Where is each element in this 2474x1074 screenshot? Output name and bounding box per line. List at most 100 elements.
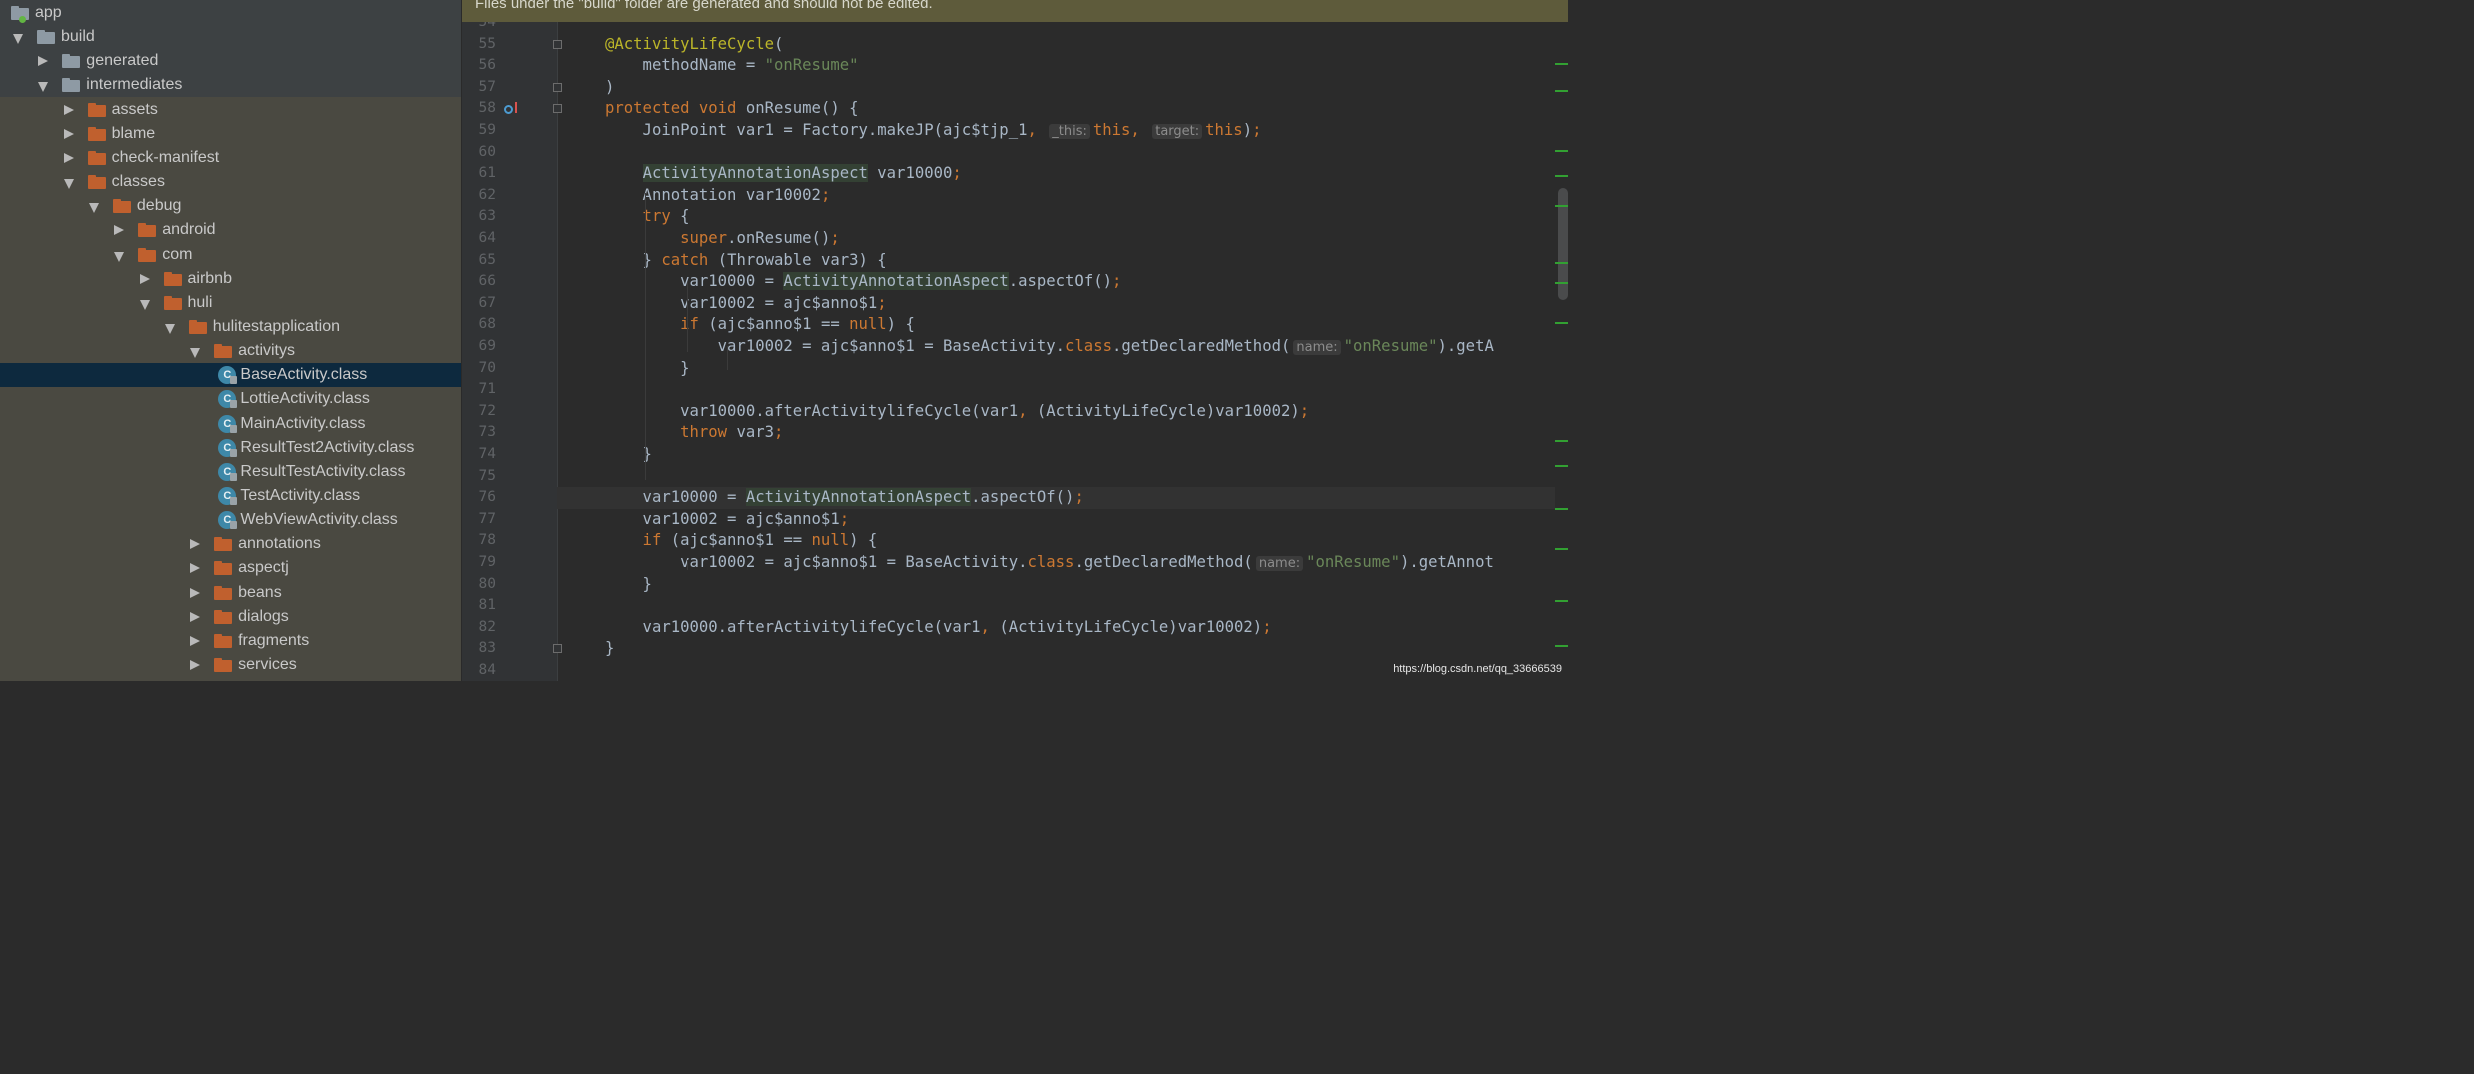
- code-text[interactable]: ): [605, 77, 614, 99]
- tree-node-android[interactable]: android: [0, 218, 462, 242]
- line-number[interactable]: 73: [462, 422, 496, 444]
- code-text[interactable]: } catch (Throwable var3) {: [605, 250, 887, 272]
- code-line[interactable]: 61 ActivityAnnotationAspect var10000;: [462, 163, 1568, 185]
- line-number[interactable]: 81: [462, 595, 496, 617]
- code-line[interactable]: 57): [462, 77, 1568, 99]
- collapse-arrow-icon[interactable]: [189, 629, 201, 653]
- collapse-arrow-icon[interactable]: [63, 146, 75, 170]
- code-text[interactable]: var10002 = ajc$anno$1;: [605, 293, 887, 315]
- code-line[interactable]: 56 methodName = "onResume": [462, 55, 1568, 77]
- line-number[interactable]: 57: [462, 77, 496, 99]
- line-number[interactable]: 83: [462, 638, 496, 660]
- tree-node-testactivity-class[interactable]: C TestActivity.class: [0, 484, 462, 508]
- tree-node-classes[interactable]: classes: [0, 170, 462, 194]
- line-number[interactable]: 58: [462, 98, 496, 120]
- line-number[interactable]: 64: [462, 228, 496, 250]
- code-text[interactable]: try {: [605, 206, 690, 228]
- code-line[interactable]: 78 if (ajc$anno$1 == null) {: [462, 530, 1568, 552]
- code-line[interactable]: 69 var10002 = ajc$anno$1 = BaseActivity.…: [462, 336, 1568, 358]
- collapse-arrow-icon[interactable]: [189, 532, 201, 556]
- code-text[interactable]: var10000.afterActivitylifeCycle(var1, (A…: [605, 401, 1309, 423]
- override-marker-icon[interactable]: [504, 102, 517, 116]
- tree-node-huli[interactable]: huli: [0, 291, 462, 315]
- expand-arrow-icon[interactable]: [189, 339, 201, 363]
- expand-arrow-icon[interactable]: [164, 315, 176, 339]
- code-line[interactable]: 83}: [462, 638, 1568, 660]
- tree-node-resulttest2activity-class[interactable]: C ResultTest2Activity.class: [0, 436, 462, 460]
- fold-start-icon[interactable]: [553, 104, 562, 114]
- line-number[interactable]: 62: [462, 185, 496, 207]
- code-text[interactable]: throw var3;: [605, 422, 783, 444]
- code-text[interactable]: var10000 = ActivityAnnotationAspect.aspe…: [605, 271, 1121, 293]
- code-text[interactable]: }: [605, 358, 689, 380]
- tree-node-beans[interactable]: beans: [0, 581, 462, 605]
- change-marker[interactable]: [1555, 262, 1568, 264]
- change-marker[interactable]: [1555, 548, 1568, 550]
- code-text[interactable]: var10000.afterActivitylifeCycle(var1, (A…: [605, 617, 1272, 639]
- expand-arrow-icon[interactable]: [37, 73, 49, 97]
- line-number[interactable]: 55: [462, 34, 496, 56]
- tree-node-webviewactivity-class[interactable]: C WebViewActivity.class: [0, 508, 462, 532]
- tree-node-mainactivity-class[interactable]: C MainActivity.class: [0, 412, 462, 436]
- collapse-arrow-icon[interactable]: [189, 556, 201, 580]
- line-number[interactable]: 60: [462, 142, 496, 164]
- tree-node-com[interactable]: com: [0, 243, 462, 267]
- line-number[interactable]: 74: [462, 444, 496, 466]
- line-number[interactable]: 72: [462, 401, 496, 423]
- collapse-arrow-icon[interactable]: [189, 581, 201, 605]
- code-line[interactable]: 70 }: [462, 358, 1568, 380]
- code-text[interactable]: ActivityAnnotationAspect var10000;: [605, 163, 962, 185]
- tree-node-services[interactable]: services: [0, 653, 462, 677]
- tree-node-resulttestactivity-class[interactable]: C ResultTestActivity.class: [0, 460, 462, 484]
- code-text[interactable]: protected void onResume() {: [605, 98, 859, 120]
- code-line[interactable]: 68 if (ajc$anno$1 == null) {: [462, 314, 1568, 336]
- line-number[interactable]: 66: [462, 271, 496, 293]
- fold-end-icon[interactable]: [553, 644, 562, 654]
- change-marker[interactable]: [1555, 63, 1568, 65]
- code-line[interactable]: 74 }: [462, 444, 1568, 466]
- tree-node-check-manifest[interactable]: check-manifest: [0, 146, 462, 170]
- change-marker[interactable]: [1555, 282, 1568, 284]
- code-line[interactable]: 65 } catch (Throwable var3) {: [462, 250, 1568, 272]
- editor-scrollbar[interactable]: [1555, 22, 1568, 681]
- code-text[interactable]: @ActivityLifeCycle(: [605, 34, 783, 56]
- expand-arrow-icon[interactable]: [113, 243, 125, 267]
- code-line[interactable]: 81: [462, 595, 1568, 617]
- change-marker[interactable]: [1555, 440, 1568, 442]
- code-line[interactable]: 79 var10002 = ajc$anno$1 = BaseActivity.…: [462, 552, 1568, 574]
- change-marker[interactable]: [1555, 90, 1568, 92]
- collapse-arrow-icon[interactable]: [189, 653, 201, 677]
- line-number[interactable]: 69: [462, 336, 496, 358]
- expand-arrow-icon[interactable]: [63, 170, 75, 194]
- expand-arrow-icon[interactable]: [139, 291, 151, 315]
- change-marker[interactable]: [1555, 322, 1568, 324]
- collapse-arrow-icon[interactable]: [63, 122, 75, 146]
- line-number[interactable]: 80: [462, 574, 496, 596]
- tree-node-airbnb[interactable]: airbnb: [0, 267, 462, 291]
- tree-node-fragments[interactable]: fragments: [0, 629, 462, 653]
- code-line[interactable]: 58 protected void onResume() {: [462, 98, 1568, 120]
- code-line[interactable]: 80 }: [462, 574, 1568, 596]
- code-editor[interactable]: 54 55 @ActivityLifeCycle(56 methodName = "…: [462, 0, 1568, 681]
- line-number[interactable]: 65: [462, 250, 496, 272]
- collapse-arrow-icon[interactable]: [37, 49, 49, 73]
- code-line[interactable]: 66 var10000 = ActivityAnnotationAspect.a…: [462, 271, 1568, 293]
- code-text[interactable]: var10000 = ActivityAnnotationAspect.aspe…: [605, 487, 1084, 509]
- code-text[interactable]: methodName = "onResume": [605, 55, 859, 77]
- code-line[interactable]: 55 @ActivityLifeCycle(: [462, 34, 1568, 56]
- change-marker[interactable]: [1555, 600, 1568, 602]
- tree-node-baseactivity-class[interactable]: C BaseActivity.class: [0, 363, 462, 388]
- code-line[interactable]: 67 var10002 = ajc$anno$1;: [462, 293, 1568, 315]
- code-line[interactable]: 77 var10002 = ajc$anno$1;: [462, 509, 1568, 531]
- line-number[interactable]: 76: [462, 487, 496, 509]
- code-line[interactable]: 60: [462, 142, 1568, 164]
- line-number[interactable]: 59: [462, 120, 496, 142]
- code-text[interactable]: Annotation var10002;: [605, 185, 831, 207]
- fold-start-icon[interactable]: [553, 39, 562, 49]
- code-text[interactable]: }: [605, 638, 614, 660]
- line-number[interactable]: 68: [462, 314, 496, 336]
- tree-node-app[interactable]: app: [0, 1, 462, 25]
- tree-node-aspectj[interactable]: aspectj: [0, 556, 462, 580]
- code-text[interactable]: var10002 = ajc$anno$1;: [605, 509, 850, 531]
- tree-node-lottieactivity-class[interactable]: C LottieActivity.class: [0, 387, 462, 411]
